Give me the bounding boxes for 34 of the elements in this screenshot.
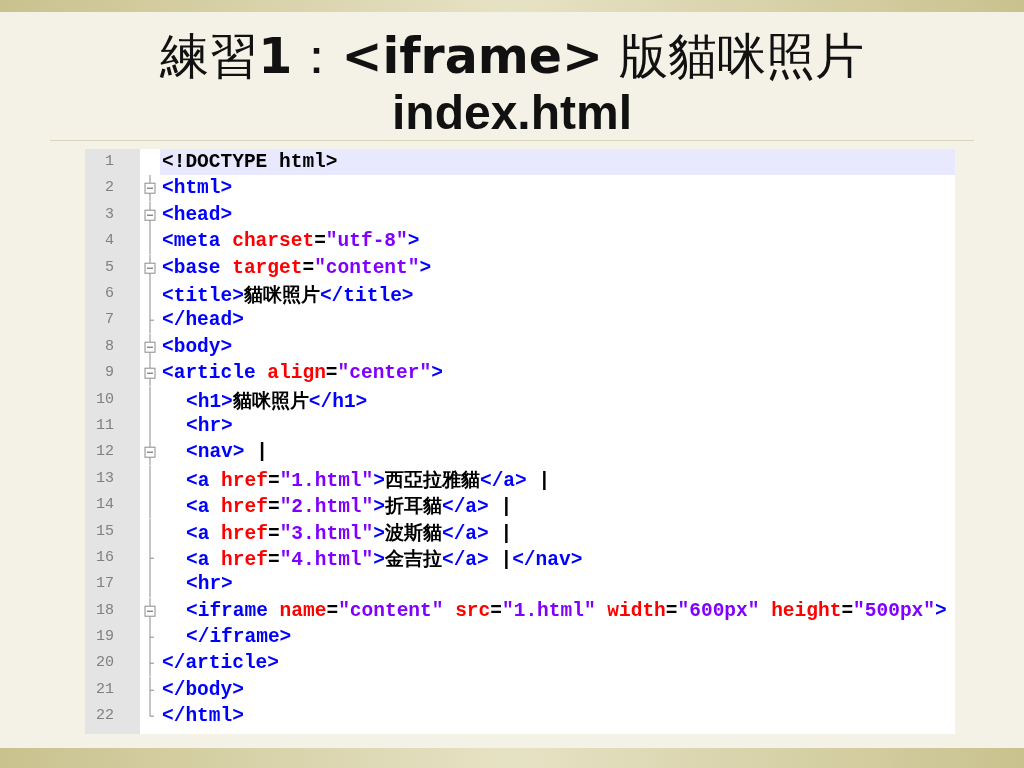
code-line: <a href="4.html">金吉拉</a> |</nav> [185, 548, 583, 571]
collapse-icon[interactable] [144, 447, 156, 459]
collapse-icon[interactable] [144, 367, 156, 379]
code-line: <html> [161, 177, 233, 200]
code-line: </head> [161, 309, 244, 332]
collapse-icon[interactable] [144, 183, 156, 195]
code-line: </body> [161, 678, 244, 701]
code-line: <head> [161, 203, 233, 226]
code-line: <h1>貓咪照片</h1> [185, 390, 368, 413]
code-line: <meta charset="utf-8"> [161, 230, 420, 253]
collapse-icon[interactable] [144, 262, 156, 274]
collapse-icon[interactable] [144, 209, 156, 221]
code-line: </article> [161, 652, 280, 675]
fold-end-icon [149, 703, 155, 717]
code-line: <a href="2.html">折耳貓</a> | [185, 496, 513, 519]
line-number: 1 [85, 149, 140, 176]
collapse-icon[interactable] [144, 605, 156, 617]
slide-subtitle: index.html [391, 87, 633, 141]
code-line: <nav> | [185, 441, 268, 464]
collapse-icon[interactable] [144, 341, 156, 353]
code-line: <!DOCTYPE html> [161, 151, 338, 174]
code-line: <hr> [185, 414, 233, 437]
code-line: <a href="3.html">波斯貓</a> | [185, 522, 513, 545]
code-line: <iframe name="content" src="1.html" width="600px" height="500px"> [185, 599, 947, 622]
slide-title: 練習1：<iframe> 版貓咪照片 [159, 27, 865, 87]
code-line: </html> [161, 705, 244, 728]
code-line: <hr> [185, 573, 233, 596]
code-line: <a href="1.html">西亞拉雅貓</a> | [185, 469, 551, 492]
code-line: </iframe> [185, 626, 292, 649]
code-line: <title>貓咪照片</title> [161, 285, 414, 307]
code-line: <body> [161, 335, 233, 358]
code-line: <article align="center"> [161, 362, 443, 385]
code-line: <base target="content"> [161, 256, 432, 279]
fold-branch-icon [149, 544, 155, 572]
